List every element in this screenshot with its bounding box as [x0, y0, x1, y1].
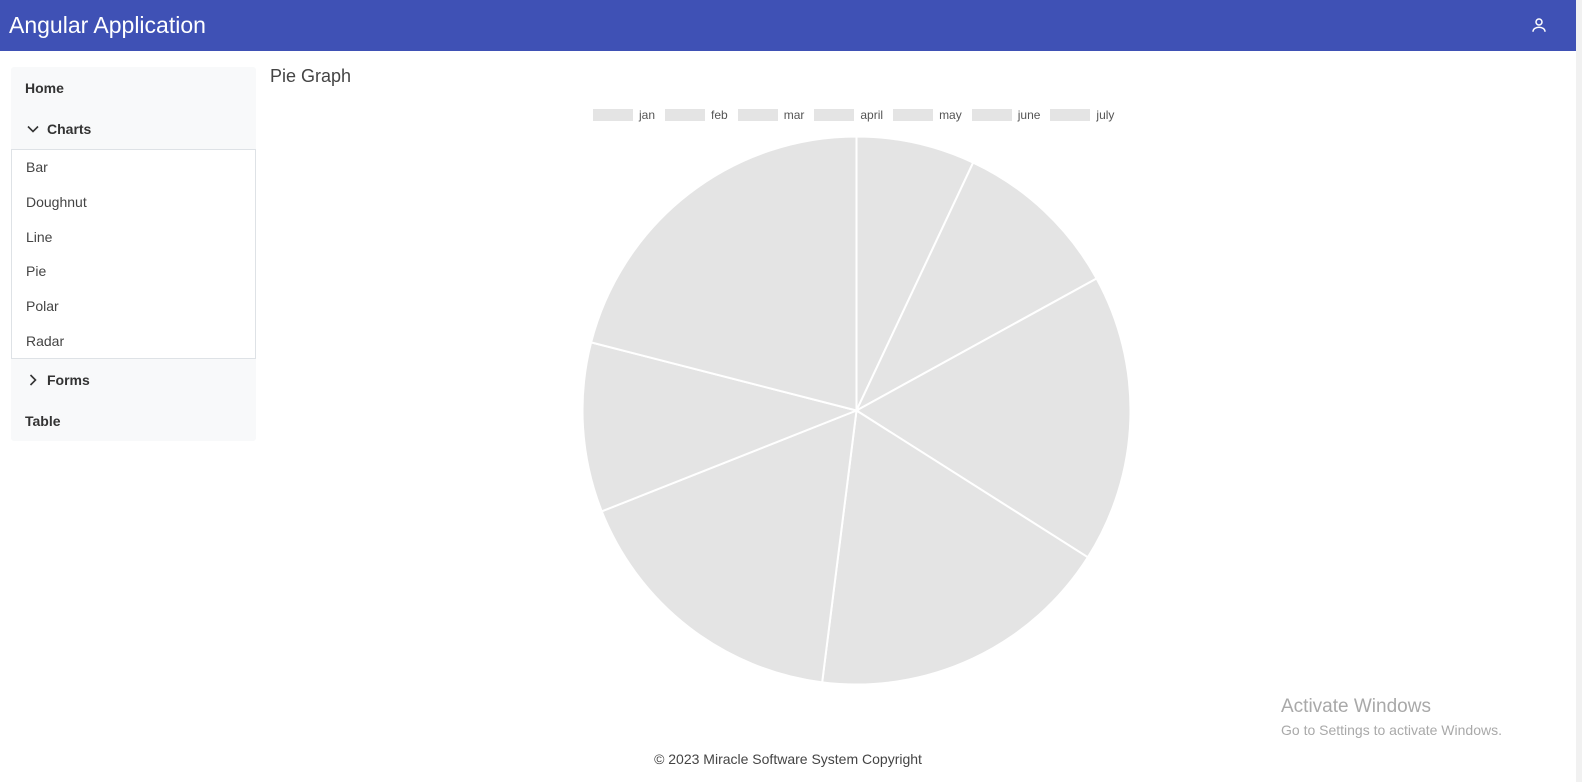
sidebar: Home Charts Bar Doughnut Line Pie Polar … — [11, 67, 256, 442]
legend-item-feb[interactable]: feb — [665, 108, 728, 122]
submenu-item-label: Pie — [26, 263, 47, 280]
legend-item-april[interactable]: april — [814, 108, 883, 122]
sidebar-forms-label: Forms — [47, 371, 90, 388]
legend-item-jan[interactable]: jan — [593, 108, 655, 122]
legend-label: mar — [783, 108, 805, 122]
legend-swatch — [971, 109, 1012, 121]
top-app-bar: Angular Application — [0, 0, 1576, 51]
submenu-item-label: Polar — [26, 298, 59, 315]
submenu-item-pie[interactable]: Pie — [12, 254, 255, 289]
sidebar-item-forms[interactable]: Forms — [11, 359, 256, 400]
pie-chart-svg — [581, 135, 1132, 686]
watermark-subtitle: Go to Settings to activate Windows. — [1281, 722, 1502, 738]
submenu-item-doughnut[interactable]: Doughnut — [12, 185, 255, 220]
sidebar-item-charts[interactable]: Charts — [11, 108, 256, 149]
legend-label: jan — [639, 108, 656, 122]
legend-item-june[interactable]: june — [971, 108, 1041, 122]
legend-swatch — [893, 109, 934, 121]
windows-activation-watermark: Activate Windows Go to Settings to activ… — [1281, 696, 1502, 738]
submenu-item-bar[interactable]: Bar — [12, 150, 255, 185]
submenu-item-label: Radar — [26, 332, 65, 349]
page-scrollbar[interactable] — [1576, 0, 1582, 782]
submenu-item-label: Bar — [26, 159, 48, 176]
legend-item-may[interactable]: may — [893, 108, 962, 122]
watermark-title: Activate Windows — [1281, 696, 1431, 717]
legend-swatch — [1050, 109, 1091, 121]
legend-swatch — [814, 109, 855, 121]
footer-copyright: © 2023 Miracle Software System Copyright — [654, 751, 922, 767]
legend-item-mar[interactable]: mar — [737, 108, 805, 122]
legend-swatch — [737, 109, 778, 121]
legend-label: june — [1017, 108, 1041, 122]
legend-label: feb — [711, 108, 728, 122]
legend-swatch — [593, 109, 633, 121]
legend-label: april — [860, 108, 884, 122]
legend-label: july — [1096, 108, 1115, 122]
chevron-right-icon — [25, 372, 41, 388]
legend-label: may — [939, 108, 962, 122]
app-title: Angular Application — [9, 12, 206, 38]
page-title: Pie Graph — [270, 66, 352, 86]
pie-chart — [581, 135, 1132, 686]
submenu-item-label: Doughnut — [26, 194, 87, 211]
sidebar-item-home[interactable]: Home — [11, 67, 256, 108]
charts-submenu: Bar Doughnut Line Pie Polar Radar — [11, 149, 256, 360]
user-icon[interactable] — [1528, 14, 1550, 36]
submenu-item-line[interactable]: Line — [12, 219, 255, 254]
sidebar-home-label: Home — [25, 79, 64, 96]
chart-legend: jan feb mar april may june july — [593, 108, 1124, 122]
legend-swatch — [665, 109, 706, 121]
submenu-item-label: Line — [26, 228, 53, 245]
submenu-item-polar[interactable]: Polar — [12, 289, 255, 324]
sidebar-table-label: Table — [25, 412, 61, 429]
sidebar-item-table[interactable]: Table — [11, 400, 256, 441]
submenu-item-radar[interactable]: Radar — [12, 323, 255, 358]
sidebar-charts-label: Charts — [47, 120, 92, 137]
legend-item-july[interactable]: july — [1050, 108, 1114, 122]
chevron-down-icon — [25, 121, 41, 137]
